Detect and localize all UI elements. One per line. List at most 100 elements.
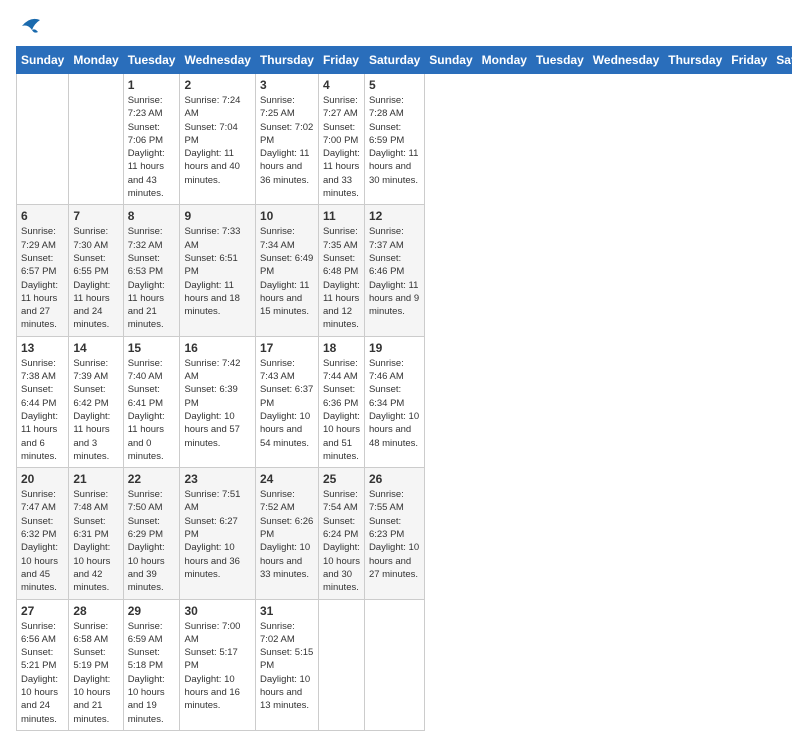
day-info: Sunrise: 7:29 AM Sunset: 6:57 PM Dayligh… [21,226,58,330]
day-info: Sunrise: 7:27 AM Sunset: 7:00 PM Dayligh… [323,95,360,199]
calendar-header-wednesday: Wednesday [588,47,663,74]
calendar-header-tuesday: Tuesday [123,47,180,74]
calendar-cell: 27Sunrise: 6:56 AM Sunset: 5:21 PM Dayli… [17,599,69,730]
day-info: Sunrise: 7:32 AM Sunset: 6:53 PM Dayligh… [128,226,165,330]
logo [16,16,42,36]
calendar-cell: 11 Sunrise: 7:35 AM Sunset: 6:48 PM Dayli… [318,205,364,336]
day-number: 13 [21,341,64,355]
calendar-cell: 1Sunrise: 7:23 AM Sunset: 7:06 PM Daylig… [123,74,180,205]
calendar-cell: 15 Sunrise: 7:40 AM Sunset: 6:41 PM Dayli… [123,336,180,467]
day-info: Sunrise: 7:40 AM Sunset: 6:41 PM Dayligh… [128,358,165,462]
day-number: 22 [128,472,176,486]
calendar-table: SundayMondayTuesdayWednesdayThursdayFrid… [16,46,792,731]
day-info: Sunrise: 7:35 AM Sunset: 6:48 PM Dayligh… [323,226,360,330]
day-number: 9 [184,209,250,223]
calendar-cell: 31 Sunrise: 7:02 AM Sunset: 5:15 PM Dayli… [255,599,318,730]
day-info: Sunrise: 7:39 AM Sunset: 6:42 PM Dayligh… [73,358,110,462]
day-info: Sunrise: 7:51 AM Sunset: 6:27 PM Dayligh… [184,489,240,580]
calendar-header-sunday: Sunday [17,47,69,74]
day-info: Sunrise: 7:48 AM Sunset: 6:31 PM Dayligh… [73,489,110,593]
calendar-cell: 25Sunrise: 7:54 AM Sunset: 6:24 PM Dayli… [318,468,364,599]
calendar-header-sunday: Sunday [425,47,477,74]
calendar-cell [17,74,69,205]
day-number: 14 [73,341,118,355]
calendar-header-friday: Friday [727,47,772,74]
day-info: Sunrise: 7:25 AM Sunset: 7:02 PM Dayligh… [260,95,313,186]
day-number: 28 [73,604,118,618]
day-number: 27 [21,604,64,618]
day-number: 1 [128,78,176,92]
calendar-week-row: 13 Sunrise: 7:38 AM Sunset: 6:44 PM Dayli… [17,336,792,467]
calendar-header-friday: Friday [318,47,364,74]
day-number: 31 [260,604,314,618]
day-number: 11 [323,209,360,223]
day-info: Sunrise: 7:47 AM Sunset: 6:32 PM Dayligh… [21,489,58,593]
calendar-cell: 16 Sunrise: 7:42 AM Sunset: 6:39 PM Dayli… [180,336,255,467]
calendar-cell: 20 Sunrise: 7:47 AM Sunset: 6:32 PM Dayli… [17,468,69,599]
calendar-cell [364,599,424,730]
calendar-cell: 30 Sunrise: 7:00 AM Sunset: 5:17 PM Dayli… [180,599,255,730]
calendar-cell: 9Sunrise: 7:33 AM Sunset: 6:51 PM Daylig… [180,205,255,336]
day-info: Sunrise: 7:44 AM Sunset: 6:36 PM Dayligh… [323,358,360,462]
day-number: 19 [369,341,420,355]
calendar-week-row: 27Sunrise: 6:56 AM Sunset: 5:21 PM Dayli… [17,599,792,730]
calendar-header-tuesday: Tuesday [531,47,588,74]
calendar-header-monday: Monday [69,47,123,74]
day-info: Sunrise: 7:52 AM Sunset: 6:26 PM Dayligh… [260,489,313,580]
calendar-cell: 14 Sunrise: 7:39 AM Sunset: 6:42 PM Dayli… [69,336,123,467]
logo-bird-icon [18,16,42,36]
calendar-header-saturday: Saturday [364,47,424,74]
day-number: 20 [21,472,64,486]
day-info: Sunrise: 6:59 AM Sunset: 5:18 PM Dayligh… [128,621,165,725]
calendar-header-thursday: Thursday [255,47,318,74]
day-info: Sunrise: 7:34 AM Sunset: 6:49 PM Dayligh… [260,226,313,317]
day-number: 16 [184,341,250,355]
calendar-cell: 17Sunrise: 7:43 AM Sunset: 6:37 PM Dayli… [255,336,318,467]
calendar-week-row: 6Sunrise: 7:29 AM Sunset: 6:57 PM Daylig… [17,205,792,336]
calendar-cell: 13 Sunrise: 7:38 AM Sunset: 6:44 PM Dayli… [17,336,69,467]
day-number: 15 [128,341,176,355]
day-info: Sunrise: 7:24 AM Sunset: 7:04 PM Dayligh… [184,95,240,186]
day-number: 5 [369,78,420,92]
day-number: 4 [323,78,360,92]
calendar-cell: 7 Sunrise: 7:30 AM Sunset: 6:55 PM Daylig… [69,205,123,336]
calendar-header-saturday: Saturday [772,47,792,74]
calendar-cell: 4 Sunrise: 7:27 AM Sunset: 7:00 PM Daylig… [318,74,364,205]
calendar-cell: 12 Sunrise: 7:37 AM Sunset: 6:46 PM Dayli… [364,205,424,336]
day-number: 30 [184,604,250,618]
day-number: 12 [369,209,420,223]
calendar-cell: 22Sunrise: 7:50 AM Sunset: 6:29 PM Dayli… [123,468,180,599]
calendar-header-monday: Monday [477,47,531,74]
day-number: 7 [73,209,118,223]
calendar-header-thursday: Thursday [664,47,727,74]
calendar-header-row: SundayMondayTuesdayWednesdayThursdayFrid… [17,47,792,74]
day-info: Sunrise: 6:58 AM Sunset: 5:19 PM Dayligh… [73,621,110,725]
page-header [16,16,776,36]
calendar-cell [69,74,123,205]
calendar-cell: 23 Sunrise: 7:51 AM Sunset: 6:27 PM Dayli… [180,468,255,599]
day-info: Sunrise: 7:37 AM Sunset: 6:46 PM Dayligh… [369,226,419,317]
calendar-cell: 29Sunrise: 6:59 AM Sunset: 5:18 PM Dayli… [123,599,180,730]
day-number: 2 [184,78,250,92]
day-number: 25 [323,472,360,486]
calendar-cell: 5Sunrise: 7:28 AM Sunset: 6:59 PM Daylig… [364,74,424,205]
calendar-cell: 21Sunrise: 7:48 AM Sunset: 6:31 PM Dayli… [69,468,123,599]
calendar-cell: 18 Sunrise: 7:44 AM Sunset: 6:36 PM Dayli… [318,336,364,467]
day-number: 23 [184,472,250,486]
day-info: Sunrise: 7:55 AM Sunset: 6:23 PM Dayligh… [369,489,419,580]
calendar-cell: 26Sunrise: 7:55 AM Sunset: 6:23 PM Dayli… [364,468,424,599]
day-info: Sunrise: 7:00 AM Sunset: 5:17 PM Dayligh… [184,621,240,712]
day-number: 18 [323,341,360,355]
calendar-week-row: 20 Sunrise: 7:47 AM Sunset: 6:32 PM Dayli… [17,468,792,599]
day-info: Sunrise: 7:30 AM Sunset: 6:55 PM Dayligh… [73,226,110,330]
calendar-cell: 3Sunrise: 7:25 AM Sunset: 7:02 PM Daylig… [255,74,318,205]
day-info: Sunrise: 7:38 AM Sunset: 6:44 PM Dayligh… [21,358,58,462]
day-number: 10 [260,209,314,223]
calendar-cell: 8Sunrise: 7:32 AM Sunset: 6:53 PM Daylig… [123,205,180,336]
calendar-cell: 19Sunrise: 7:46 AM Sunset: 6:34 PM Dayli… [364,336,424,467]
day-info: Sunrise: 7:42 AM Sunset: 6:39 PM Dayligh… [184,358,240,449]
calendar-cell: 2 Sunrise: 7:24 AM Sunset: 7:04 PM Daylig… [180,74,255,205]
day-number: 17 [260,341,314,355]
calendar-header-wednesday: Wednesday [180,47,255,74]
day-info: Sunrise: 7:02 AM Sunset: 5:15 PM Dayligh… [260,621,313,712]
